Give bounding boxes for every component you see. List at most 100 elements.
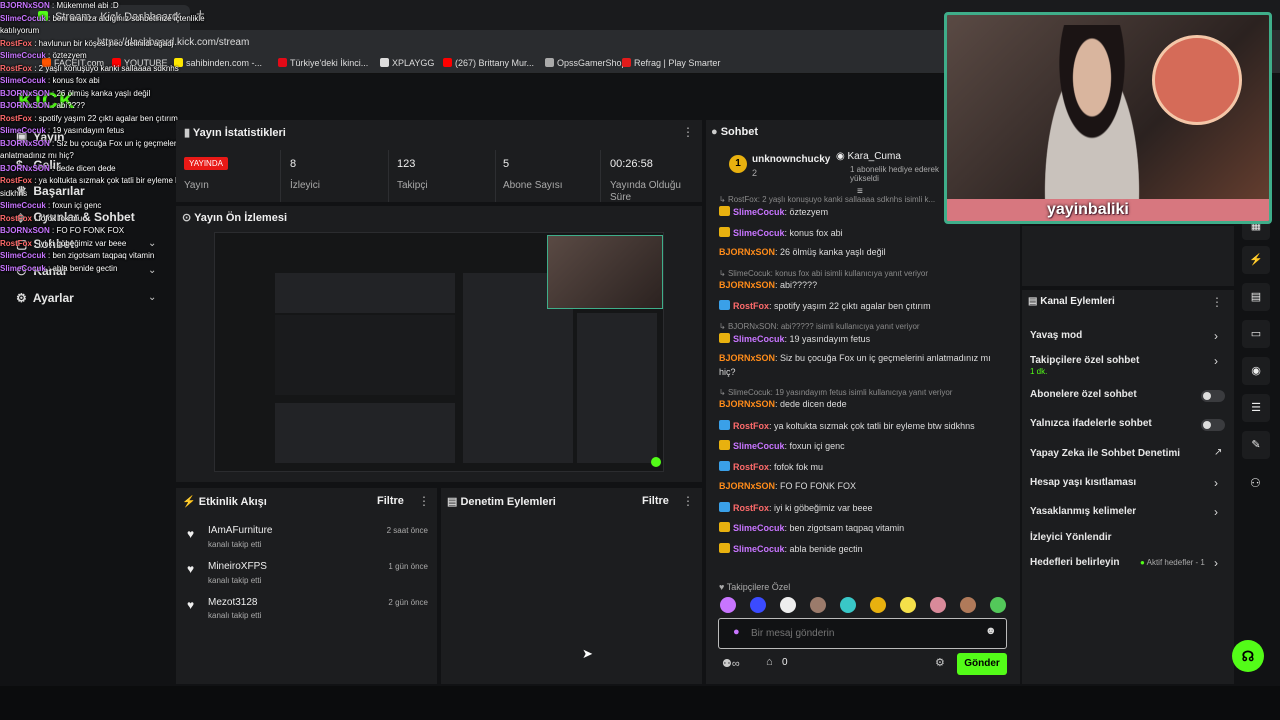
bookmark-item[interactable]: XPLAYGG xyxy=(380,58,434,68)
chat-username[interactable]: BJORNxSON xyxy=(719,280,775,290)
emote-icon[interactable] xyxy=(900,597,916,613)
chat-username[interactable]: SlimeCocuk xyxy=(733,228,785,238)
gift-box-icon[interactable]: ⌂ xyxy=(766,656,773,668)
send-button[interactable]: Gönder xyxy=(957,653,1007,675)
chat-message-input[interactable] xyxy=(751,625,971,642)
chat-message[interactable]: BJORNxSON: Siz bu çocuğa Fox un iç geçme… xyxy=(719,353,1009,363)
chat-username[interactable]: RostFox xyxy=(733,421,769,431)
chat-message[interactable]: RostFox: spotify yaşım 22 çıktı agalar b… xyxy=(719,300,1009,311)
users-icon[interactable]: ⚉∞ xyxy=(722,657,740,670)
chat-username[interactable]: BJORNxSON xyxy=(719,481,775,491)
rail-chat-icon[interactable]: ▭ xyxy=(1242,320,1270,348)
bookmark-item[interactable]: (267) Brittany Mur... xyxy=(443,58,534,68)
toggle-switch[interactable] xyxy=(1201,419,1225,431)
channel-action-label[interactable]: Hedefleri belirleyin xyxy=(1030,557,1119,568)
chat-message[interactable]: BJORNxSON: abi????? xyxy=(719,280,1009,290)
chat-username[interactable]: BJORNxSON xyxy=(719,353,775,363)
channel-action-label[interactable]: Yasaklanmış kelimeler xyxy=(1030,506,1136,517)
more-options-icon[interactable]: ⋮ xyxy=(418,494,430,508)
external-link-icon[interactable]: ↗ xyxy=(1214,447,1222,458)
chat-message[interactable]: RostFox: fofok fok mu xyxy=(719,460,1009,472)
chat-text: dede dicen dede xyxy=(780,399,847,409)
rail-bolt-icon[interactable]: ⚡ xyxy=(1242,246,1270,274)
activity-desc: kanalı takip etti xyxy=(208,576,262,585)
chevron-right-icon[interactable]: › xyxy=(1214,329,1218,343)
activity-user[interactable]: IAmAFurniture xyxy=(208,525,272,536)
moderation-title-text: Denetim Eylemleri xyxy=(460,496,556,508)
emote-icon[interactable] xyxy=(780,597,796,613)
emote-icon[interactable] xyxy=(810,597,826,613)
chat-username[interactable]: BJORNxSON xyxy=(719,399,775,409)
chevron-down-icon[interactable]: ⌄ xyxy=(148,292,156,303)
bookmark-item[interactable]: Refrag | Play Smarter xyxy=(622,58,720,68)
emote-icon[interactable] xyxy=(720,597,736,613)
bookmark-item[interactable]: Türkiye'deki İkinci... xyxy=(278,58,368,68)
channel-action-label[interactable]: İzleyici Yönlendir xyxy=(1030,532,1112,543)
chat-text: foxun içi genc xyxy=(789,441,845,451)
rail-list-icon[interactable]: ☰ xyxy=(1242,394,1270,422)
channel-action-label[interactable]: Yalnızca ifadelerle sohbet xyxy=(1030,418,1152,429)
chat-message[interactable]: SlimeCocuk: konus fox abi xyxy=(719,226,1009,238)
chat-message[interactable]: SlimeCocuk: foxun içi genc xyxy=(719,440,1009,451)
more-options-icon[interactable]: ⋮ xyxy=(682,125,694,139)
sub-gifter[interactable]: ◉ Kara_Cuma xyxy=(836,151,901,162)
support-headset-button[interactable]: ☊ xyxy=(1232,640,1264,672)
rail-broadcast-icon[interactable]: ◉ xyxy=(1242,357,1270,385)
chat-username[interactable]: SlimeCocuk xyxy=(733,523,785,533)
chevron-right-icon[interactable]: › xyxy=(1214,354,1218,368)
channel-action-label[interactable]: Yavaş mod xyxy=(1030,330,1082,341)
chat-message[interactable]: BJORNxSON: FO FO FONK FOX xyxy=(719,481,1009,491)
channel-action-label[interactable]: Hesap yaşı kısıtlaması xyxy=(1030,477,1136,488)
chat-message[interactable]: SlimeCocuk: ben zigotsam taqpaq vitamin xyxy=(719,522,1009,533)
chat-username[interactable]: RostFox xyxy=(733,503,769,513)
chat-username[interactable]: SlimeCocuk xyxy=(733,207,785,217)
bookmark-item[interactable]: OpssGamerShop xyxy=(545,58,627,68)
chevron-right-icon[interactable]: › xyxy=(1214,556,1218,570)
chevron-right-icon[interactable]: › xyxy=(1214,505,1218,519)
emote-icon[interactable] xyxy=(930,597,946,613)
top-gifter-name[interactable]: unknownchucky xyxy=(752,154,830,165)
chat-message[interactable]: RostFox: ya koltukta sızmak çok tatli bi… xyxy=(719,419,1009,431)
rail-document-icon[interactable]: ▤ xyxy=(1242,283,1270,311)
activity-user[interactable]: Mezot3128 xyxy=(208,597,257,608)
chat-reply-context: ↳ SlimeCocuk: konus fox abi isimli kulla… xyxy=(719,268,929,278)
rail-wrench-icon[interactable]: ✎ xyxy=(1242,431,1270,459)
emote-icon[interactable] xyxy=(960,597,976,613)
chat-username[interactable]: SlimeCocuk xyxy=(733,334,785,344)
overlay-chat-line: SlimeCocuk : öztezyem xyxy=(0,51,87,60)
chat-username[interactable]: RostFox xyxy=(733,462,769,472)
chat-message[interactable]: BJORNxSON: dede dicen dede xyxy=(719,399,1009,409)
chat-message[interactable]: SlimeCocuk: 19 yasındayım fetus xyxy=(719,332,1009,344)
emote-icon[interactable] xyxy=(990,597,1006,613)
chat-input-box[interactable]: ● ☻ xyxy=(718,618,1007,649)
divider xyxy=(600,150,601,202)
toggle-switch[interactable] xyxy=(1201,390,1225,402)
chat-username[interactable]: RostFox xyxy=(733,301,769,311)
chat-message[interactable]: SlimeCocuk: abla benide gectin xyxy=(719,542,1009,554)
more-options-icon[interactable]: ⋮ xyxy=(1211,295,1223,309)
chat-message[interactable]: BJORNxSON: 26 ölmüş kanka yaşlı değil xyxy=(719,247,1009,257)
chat-username[interactable]: BJORNxSON xyxy=(719,247,775,257)
moderation-filter-button[interactable]: Filtre xyxy=(642,495,669,507)
channel-action-label[interactable]: Abonelere özel sohbet xyxy=(1030,389,1137,400)
chevron-right-icon[interactable]: › xyxy=(1214,476,1218,490)
rail-users-icon[interactable]: ⚇ xyxy=(1250,476,1261,490)
follower-count: 123 xyxy=(397,158,416,170)
channel-action-label[interactable]: Takipçilere özel sohbet xyxy=(1030,355,1139,366)
channel-action-label[interactable]: Yapay Zeka ile Sohbet Denetimi xyxy=(1030,448,1180,459)
chat-message[interactable]: RostFox: iyi ki göbeğimiz var beee xyxy=(719,501,1009,513)
overlay-chat-user: RostFox xyxy=(0,38,32,48)
emote-icon[interactable] xyxy=(870,597,886,613)
activity-user[interactable]: MineiroXFPS xyxy=(208,561,267,572)
chat-username[interactable]: SlimeCocuk xyxy=(733,441,785,451)
emote-icon[interactable] xyxy=(750,597,766,613)
more-options-icon[interactable]: ⋮ xyxy=(682,494,694,508)
emote-icon[interactable] xyxy=(840,597,856,613)
chat-username[interactable]: SlimeCocuk xyxy=(733,544,785,554)
bookmark-favicon-icon xyxy=(622,58,631,67)
emoji-icon[interactable]: ☻ xyxy=(985,625,997,637)
nav-item-settings[interactable]: ⚙ Ayarlar xyxy=(16,291,74,305)
chat-settings-gear-icon[interactable]: ⚙ xyxy=(935,656,945,669)
stream-preview-video[interactable] xyxy=(214,232,664,472)
activity-filter-button[interactable]: Filtre xyxy=(377,495,404,507)
